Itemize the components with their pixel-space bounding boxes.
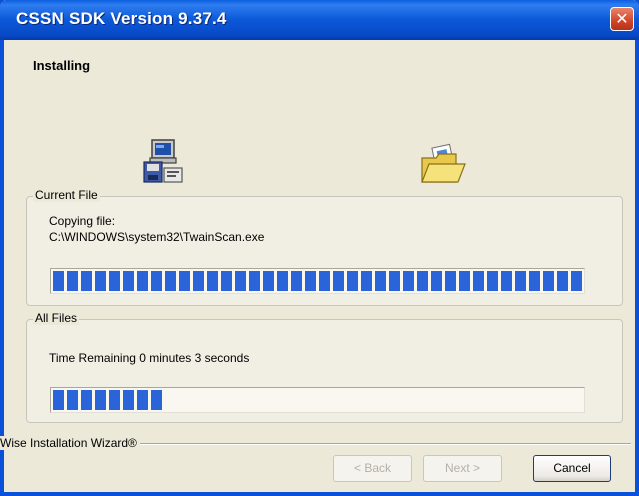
cancel-button[interactable]: Cancel (533, 455, 611, 482)
close-button[interactable]: ✕ (610, 7, 634, 31)
all-files-legend: All Files (33, 311, 80, 325)
next-button[interactable]: Next > (423, 455, 502, 482)
wizard-brand-label: Wise Installation Wizard® (0, 436, 140, 450)
all-files-progress-bar (50, 387, 585, 413)
open-folder-icon (421, 143, 466, 183)
copying-file-label: Copying file: (49, 214, 116, 228)
back-button[interactable]: < Back (333, 455, 412, 482)
title-bar[interactable]: CSSN SDK Version 9.37.4 ✕ (0, 0, 639, 40)
current-file-progress-fill (53, 271, 582, 291)
all-files-progress-fill (53, 390, 165, 410)
window-title: CSSN SDK Version 9.37.4 (16, 9, 227, 28)
header-panel (4, 40, 635, 174)
computer-disk-icon (143, 139, 183, 183)
current-file-legend: Current File (33, 188, 100, 202)
close-icon: ✕ (615, 9, 629, 28)
time-remaining-text: Time Remaining 0 minutes 3 seconds (49, 351, 250, 365)
current-file-progress-bar (50, 268, 585, 294)
current-file-path: C:\WINDOWS\system32\TwainScan.exe (49, 230, 265, 244)
page-heading: Installing (33, 58, 91, 73)
